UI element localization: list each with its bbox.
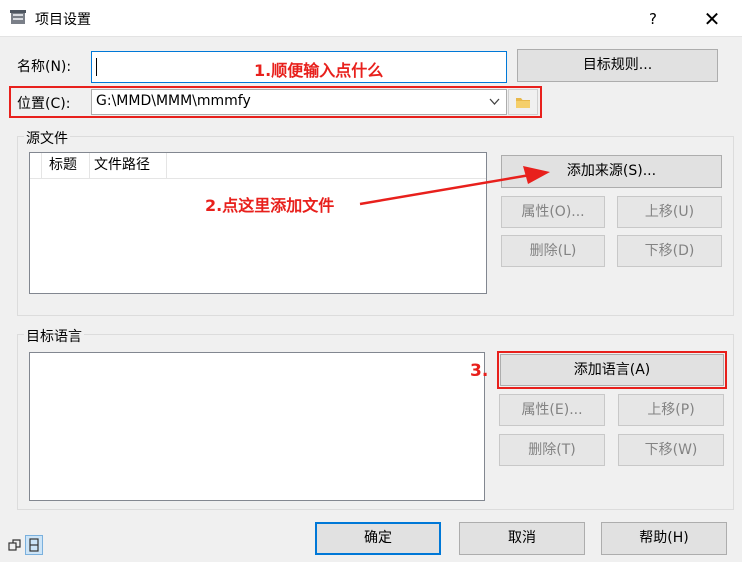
help-button[interactable]: 帮助(H) [601,522,727,555]
source-move-up-button[interactable]: 上移(U) [617,196,722,228]
source-move-down-button[interactable]: 下移(D) [617,235,722,267]
browse-folder-button[interactable] [508,89,538,115]
target-language-title: 目标语言 [24,326,84,346]
title-bar: 项目设置 ? ✕ [0,0,742,37]
app-icon [10,10,26,24]
restore-icon[interactable] [8,538,22,552]
annotation-step2: 2.点这里添加文件 [205,196,335,215]
annotation-arrow-icon [359,166,550,206]
layout-toggle-button[interactable] [25,535,43,555]
location-combobox[interactable]: G:\MMD\MMM\mmmfy [91,89,507,115]
name-label: 名称(N): [17,59,72,75]
help-icon[interactable]: ? [636,5,670,33]
language-move-down-button[interactable]: 下移(W) [618,434,724,466]
split-icon [29,538,39,552]
location-label: 位置(C): [17,96,71,112]
ok-button[interactable]: 确定 [315,522,441,555]
language-properties-button[interactable]: 属性(E)... [499,394,605,426]
chevron-down-icon[interactable] [489,98,500,106]
location-value: G:\MMD\MMM\mmmfy [96,93,251,109]
source-files-title: 源文件 [24,128,70,148]
folder-icon [516,98,530,108]
window-title: 项目设置 [35,12,91,28]
language-delete-button[interactable]: 删除(T) [499,434,605,466]
close-icon[interactable]: ✕ [690,4,734,34]
column-header-filepath[interactable]: 文件路径 [90,153,167,179]
column-header-title[interactable]: 标题 [42,153,90,179]
cancel-button[interactable]: 取消 [459,522,585,555]
source-delete-button[interactable]: 删除(L) [501,235,605,267]
target-rules-button[interactable]: 目标规则... [517,49,718,82]
add-language-button[interactable]: 添加语言(A) [500,354,724,386]
column-header-spacer [30,153,42,179]
text-cursor [96,58,97,76]
language-move-up-button[interactable]: 上移(P) [618,394,724,426]
annotation-step1: 1.顺便输入点什么 [254,61,384,80]
target-language-list[interactable] [29,352,485,501]
annotation-step3: 3. [470,361,489,381]
